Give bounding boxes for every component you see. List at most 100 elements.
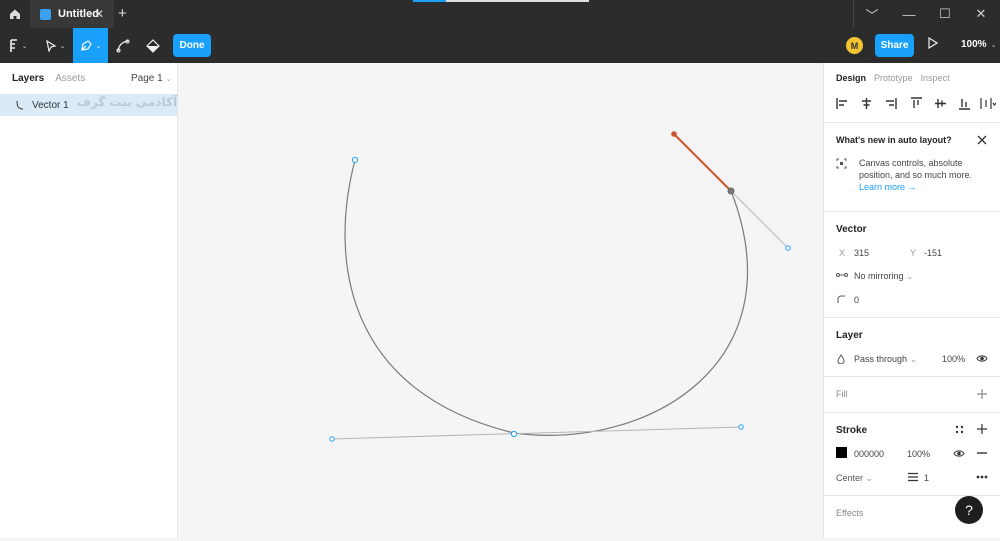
vector-path[interactable] <box>344 159 749 436</box>
x-input[interactable]: 315 <box>854 248 869 258</box>
align-top-icon[interactable] <box>910 97 923 110</box>
divider <box>824 317 1000 318</box>
done-button[interactable]: Done <box>173 34 211 57</box>
blend-mode-value: Pass through <box>854 354 908 364</box>
handle-point-end[interactable] <box>785 245 791 251</box>
canvas[interactable] <box>178 63 823 538</box>
stroke-color-input[interactable]: 000000 <box>854 449 884 459</box>
stroke-opacity-input[interactable]: 100% <box>907 449 930 459</box>
home-button[interactable] <box>0 0 30 28</box>
avatar[interactable]: M <box>846 37 863 54</box>
layer-opacity-input[interactable]: 100% <box>942 354 965 364</box>
selected-handle-line <box>673 133 732 192</box>
layer-section-title: Layer <box>836 330 863 341</box>
effects-section-title: Effects <box>836 508 864 518</box>
pen-tool-icon <box>80 40 92 51</box>
notice-text: Canvas controls, absolute position, and … <box>859 158 973 180</box>
close-window-button[interactable]: ✕ <box>963 0 999 28</box>
align-right-icon[interactable] <box>884 97 897 110</box>
file-tab[interactable]: Untitled ✕ <box>30 0 114 28</box>
vector-path-drawing[interactable] <box>178 63 823 538</box>
chevron-down-icon: ⌄ <box>865 473 874 483</box>
bend-tool-button[interactable] <box>110 28 136 63</box>
selected-handle-point[interactable] <box>671 131 677 137</box>
help-icon: ? <box>965 502 973 518</box>
alignment-toolbar <box>836 97 996 111</box>
stroke-weight-icon <box>908 472 918 482</box>
auto-layout-icon <box>836 158 847 169</box>
upload-progress-bar <box>413 0 589 2</box>
paint-bucket-icon <box>146 38 160 53</box>
paint-bucket-button[interactable] <box>140 28 166 63</box>
style-grid-icon[interactable] <box>955 425 964 434</box>
eye-icon[interactable] <box>953 449 965 458</box>
handle-point-left[interactable] <box>329 436 335 442</box>
stroke-color-swatch[interactable] <box>836 447 847 458</box>
maximize-button[interactable]: ☐ <box>927 0 963 28</box>
learn-more-link[interactable]: Learn more → <box>859 182 917 192</box>
more-icon[interactable] <box>976 475 988 479</box>
corner-radius-input[interactable]: 0 <box>854 295 859 305</box>
watermark: آکادمی بیت گرف <box>77 95 178 109</box>
align-vertical-center-icon[interactable] <box>934 97 947 110</box>
layers-panel: Layers Assets Page 1 ⌄ Vector 1 <box>0 63 178 538</box>
y-label: Y <box>910 248 917 258</box>
pencil-tool-icon <box>116 39 130 52</box>
help-button[interactable]: ? <box>955 496 983 524</box>
share-button[interactable]: Share <box>875 34 914 57</box>
design-panel: Design Prototype Inspect What's new in aut… <box>823 63 1000 538</box>
anchor-point-selected[interactable] <box>727 187 735 195</box>
mirroring-dropdown[interactable]: No mirroring ⌄ <box>854 271 914 282</box>
align-horizontal-center-icon[interactable] <box>860 97 873 110</box>
close-tab-icon[interactable]: ✕ <box>94 7 104 21</box>
main-menu-button[interactable]: ⌄ <box>0 28 36 63</box>
stroke-position-dropdown[interactable]: Center ⌄ <box>836 473 873 484</box>
y-input[interactable]: -151 <box>924 248 942 258</box>
align-bottom-icon[interactable] <box>958 97 971 110</box>
corner-radius-icon <box>837 295 845 303</box>
stroke-weight-input[interactable]: 1 <box>924 473 929 483</box>
anchor-point-start[interactable] <box>351 156 359 164</box>
handle-point-right[interactable] <box>738 424 744 430</box>
zoom-level: 100% <box>961 39 987 50</box>
minus-icon[interactable] <box>977 452 987 454</box>
tab-assets[interactable]: Assets <box>55 73 85 84</box>
mirroring-icon <box>836 273 848 277</box>
new-tab-button[interactable]: + <box>118 5 127 22</box>
file-tab-title: Untitled <box>58 8 99 20</box>
pen-tool-button[interactable]: ⌄ <box>73 28 108 63</box>
blend-mode-dropdown[interactable]: Pass through ⌄ <box>854 354 917 365</box>
close-icon[interactable] <box>977 135 987 145</box>
chevron-down-icon: ⌄ <box>59 42 66 50</box>
divider <box>824 211 1000 212</box>
chevron-down-icon: ⌄ <box>165 76 172 83</box>
eye-icon[interactable] <box>976 354 988 363</box>
vector-layer-icon <box>16 100 24 110</box>
layer-name: Vector 1 <box>32 99 69 111</box>
divider <box>824 412 1000 413</box>
chevron-down-icon: ⌄ <box>906 271 914 281</box>
upload-progress-fill <box>413 0 447 2</box>
toolbar: ⌄ ⌄ ⌄ Done M Share 100% ⌄ <box>0 28 1000 63</box>
plus-icon[interactable] <box>977 424 987 434</box>
chevron-down-icon: ⌄ <box>909 354 918 364</box>
page-selector[interactable]: Page 1 ⌄ <box>131 73 172 84</box>
align-left-icon[interactable] <box>836 97 849 110</box>
distribute-icon[interactable] <box>980 97 996 110</box>
home-icon <box>10 9 20 19</box>
minimize-button[interactable]: — <box>891 0 927 28</box>
tab-layers[interactable]: Layers <box>12 73 44 84</box>
present-button[interactable] <box>928 36 939 52</box>
title-bar: Untitled ✕ + ﹀ — ☐ ✕ <box>0 0 1000 28</box>
tab-inspect[interactable]: Inspect <box>921 73 950 83</box>
move-tool-button[interactable]: ⌄ <box>38 28 72 63</box>
anchor-point-bottom[interactable] <box>510 430 518 438</box>
collapse-button[interactable]: ﹀ <box>854 0 890 28</box>
tab-prototype[interactable]: Prototype <box>874 73 913 83</box>
figma-file-icon <box>40 8 51 20</box>
tab-design[interactable]: Design <box>836 73 866 83</box>
zoom-dropdown[interactable]: 100% ⌄ <box>961 39 996 50</box>
stroke-position-value: Center <box>836 473 864 483</box>
plus-icon[interactable] <box>977 389 987 399</box>
handle-line-bottom <box>331 426 742 440</box>
